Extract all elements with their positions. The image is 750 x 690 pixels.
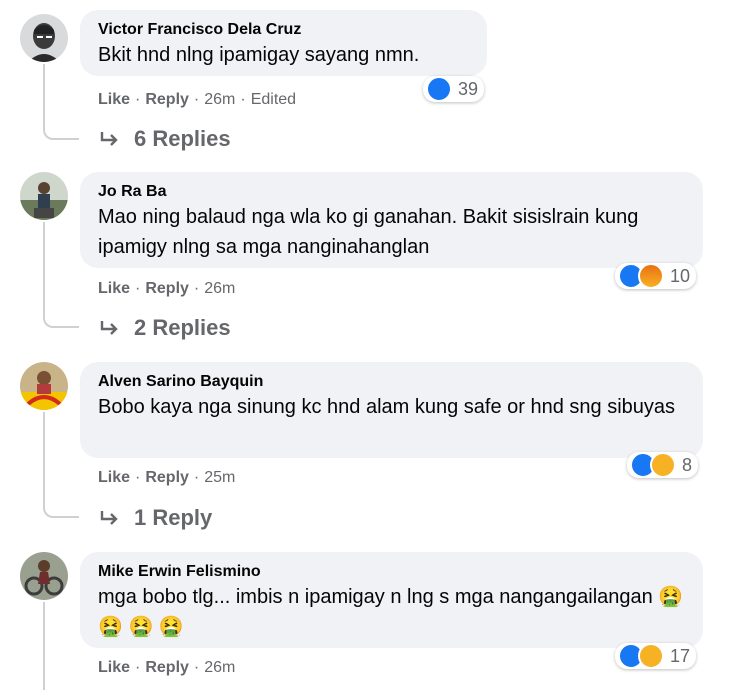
comment-bubble: Alven Sarino Bayquin Bobo kaya nga sinun…	[80, 362, 703, 458]
comment-actions: Like · Reply · 26m	[98, 280, 236, 297]
comment-bubble: Jo Ra Ba Mao ning balaud nga wla ko gi g…	[80, 172, 703, 268]
reaction-count: 8	[682, 454, 693, 475]
comment-author[interactable]: Alven Sarino Bayquin	[98, 372, 687, 392]
haha-icon	[650, 452, 676, 478]
avatar[interactable]	[20, 172, 68, 220]
view-replies-link[interactable]: 2 Replies	[100, 315, 231, 341]
timestamp[interactable]: 26m	[204, 280, 235, 297]
like-link[interactable]: Like	[98, 469, 130, 486]
thread-line	[43, 412, 45, 502]
thread-branch	[43, 498, 79, 518]
timestamp[interactable]: 26m	[204, 659, 235, 676]
view-replies-link[interactable]: 1 Reply	[100, 505, 212, 531]
reply-arrow-icon	[100, 132, 118, 146]
timestamp[interactable]: 25m	[204, 469, 235, 486]
comment-text: Bobo kaya nga sinung kc hnd alam kung sa…	[98, 396, 676, 418]
avatar[interactable]	[20, 552, 68, 600]
comment-bubble: Mike Erwin Felismino mga bobo tlg... imb…	[80, 552, 703, 648]
thread-line	[43, 222, 45, 312]
like-link[interactable]: Like	[98, 91, 130, 108]
avatar[interactable]	[20, 14, 68, 62]
reaction-count: 39	[458, 78, 479, 99]
reply-arrow-icon	[100, 321, 118, 335]
comment-text: Bkit hnd nlng ipamigay sayang nmn.	[98, 44, 420, 66]
comment-text: mga bobo tlg... imbis n ipamigay n lng s…	[98, 582, 687, 642]
comment-text: Mao ning balaud nga wla ko gi ganahan. B…	[98, 206, 639, 258]
reaction-summary[interactable]: 8	[627, 452, 699, 478]
like-link[interactable]: Like	[98, 659, 130, 676]
reply-link[interactable]: Reply	[145, 280, 189, 297]
replies-count: 6 Replies	[134, 126, 231, 151]
thread-branch	[43, 308, 79, 328]
comment-author[interactable]: Mike Erwin Felismino	[98, 562, 687, 582]
reaction-summary[interactable]: 10	[615, 263, 697, 289]
comment-actions: Like · Reply · 26m	[98, 659, 236, 676]
comment-author[interactable]: Victor Francisco Dela Cruz	[98, 20, 471, 40]
view-replies-link[interactable]: 6 Replies	[100, 126, 231, 152]
comment-actions: Like · Reply · 25m	[98, 469, 236, 486]
reaction-summary[interactable]: 17	[615, 643, 697, 669]
replies-count: 2 Replies	[134, 315, 231, 340]
timestamp[interactable]: 26m	[204, 91, 235, 108]
reaction-summary[interactable]: 39	[423, 76, 485, 102]
haha-icon	[638, 643, 664, 669]
reaction-count: 10	[670, 265, 691, 286]
angry-icon	[638, 263, 664, 289]
like-link[interactable]: Like	[98, 280, 130, 297]
reply-link[interactable]: Reply	[145, 469, 189, 486]
like-icon	[426, 76, 452, 102]
thread-branch	[43, 120, 79, 140]
comment-author[interactable]: Jo Ra Ba	[98, 182, 687, 202]
replies-count: 1 Reply	[134, 505, 213, 530]
reply-link[interactable]: Reply	[145, 91, 189, 108]
comment-text-body: mga bobo tlg... imbis n ipamigay n lng s…	[98, 586, 653, 608]
avatar[interactable]	[20, 362, 68, 410]
reply-link[interactable]: Reply	[145, 659, 189, 676]
thread-line	[43, 64, 45, 124]
reaction-count: 17	[670, 645, 691, 666]
comment-actions: Like · Reply · 26m · Edited	[98, 91, 297, 108]
reply-arrow-icon	[100, 511, 118, 525]
comment-bubble: Victor Francisco Dela Cruz Bkit hnd nlng…	[80, 10, 487, 76]
edited-label: Edited	[250, 91, 297, 108]
thread-line	[43, 602, 45, 690]
